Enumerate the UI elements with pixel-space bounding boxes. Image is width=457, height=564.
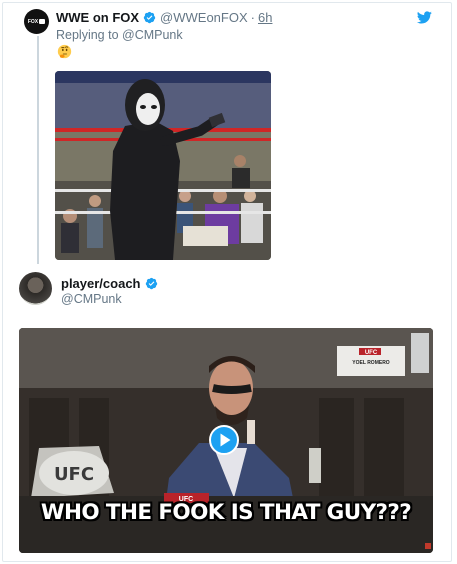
thread-connector-line xyxy=(37,36,39,264)
verified-badge-icon xyxy=(145,277,157,290)
masked-figure-image xyxy=(55,71,271,260)
name-card-logo: UFC xyxy=(365,350,378,356)
display-name[interactable]: WWE on FOX xyxy=(56,10,139,25)
play-button-icon[interactable] xyxy=(209,425,239,455)
tweet-header: WWE on FOX @WWEonFOX · 6h xyxy=(56,10,272,25)
display-name[interactable]: player/coach xyxy=(61,276,141,291)
tweet-photo[interactable] xyxy=(55,71,271,260)
tweet-header: player/coach xyxy=(61,276,162,291)
thinking-face-icon xyxy=(57,44,72,59)
belt-logo-text: UFC xyxy=(54,464,94,485)
avatar-logo-text: FOX xyxy=(27,18,39,25)
separator-dot: · xyxy=(250,10,255,25)
handle[interactable]: @CMPunk xyxy=(61,292,122,306)
verified-badge-icon xyxy=(143,11,156,24)
avatar[interactable]: FOX xyxy=(24,9,49,34)
handle[interactable]: @WWEonFOX xyxy=(160,10,248,25)
avatar-logo-mark xyxy=(39,19,46,24)
replying-to-text[interactable]: Replying to @CMPunk xyxy=(56,28,183,42)
twitter-bird-icon[interactable] xyxy=(417,11,432,24)
name-card-text: YOEL ROMERO xyxy=(352,360,390,366)
media-caption: WHO THE FOOK IS THAT GUY??? xyxy=(40,500,412,525)
avatar[interactable] xyxy=(19,272,52,305)
timestamp-link[interactable]: 6h xyxy=(258,10,272,25)
